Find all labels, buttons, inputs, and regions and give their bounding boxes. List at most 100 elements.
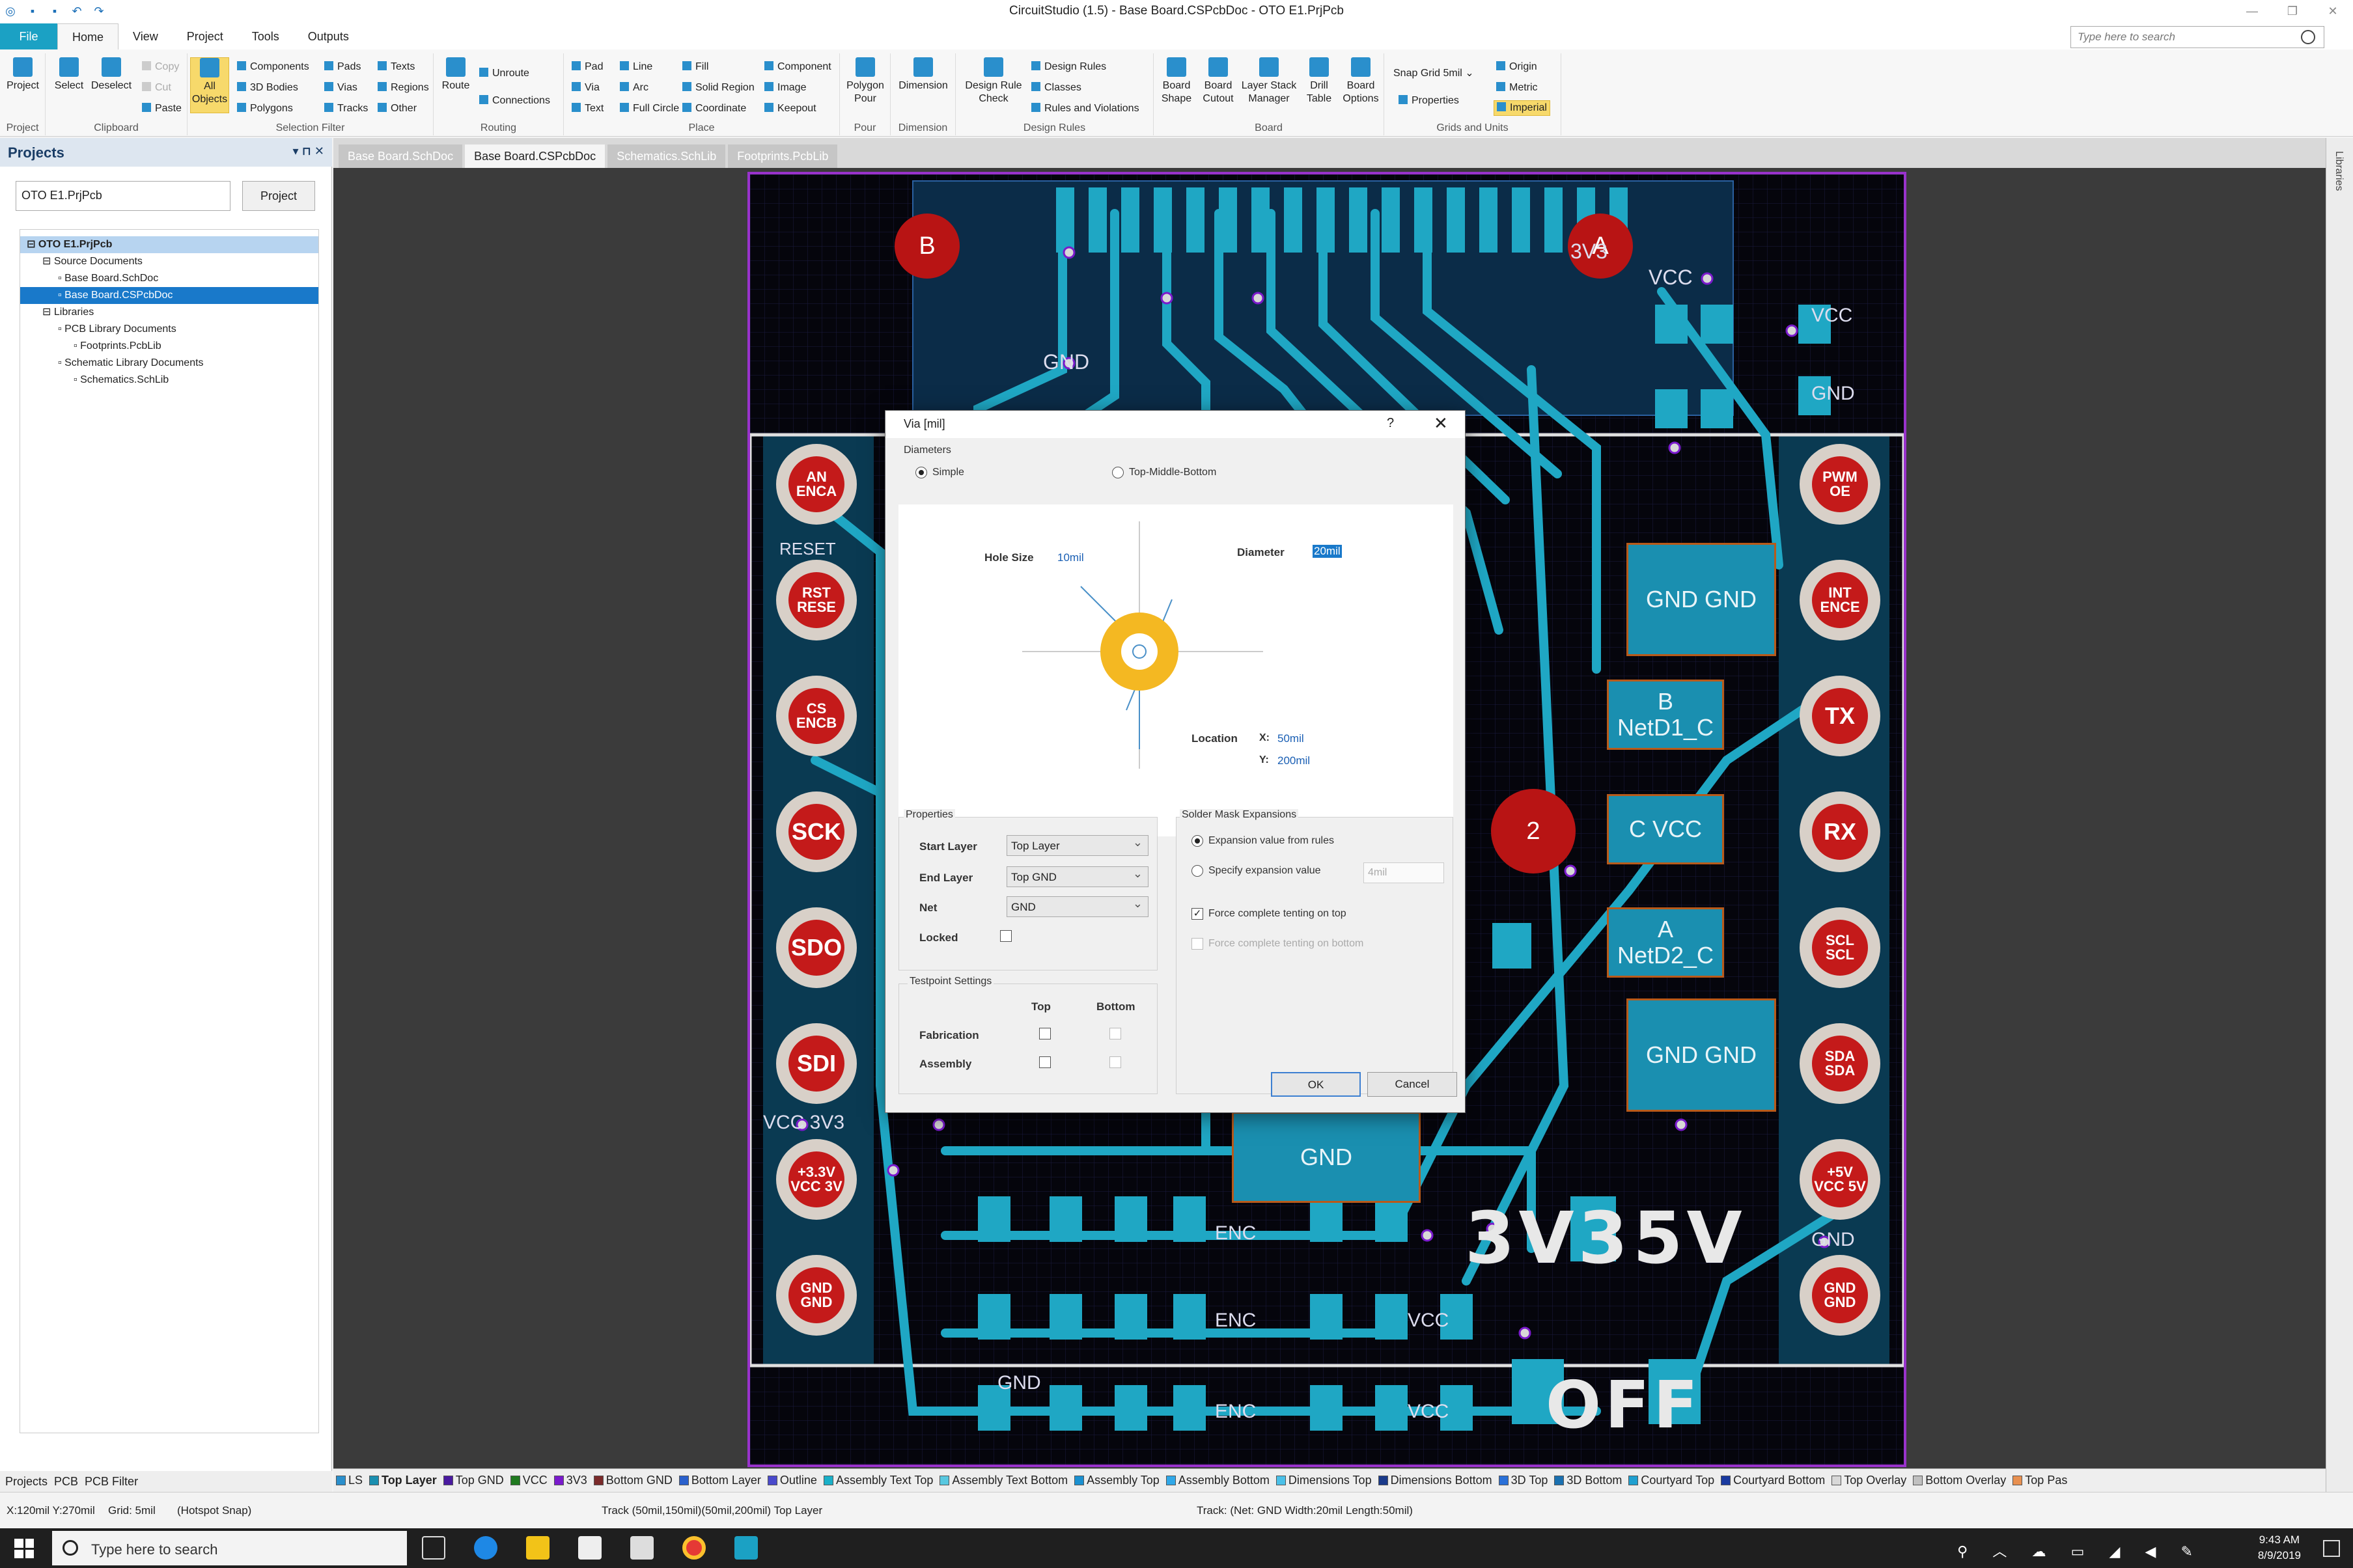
rules-violations-button[interactable]: Rules and Violations bbox=[1031, 102, 1139, 116]
end-layer-select[interactable]: Top GND bbox=[1007, 866, 1149, 887]
app-logo-icon[interactable]: ◎ bbox=[4, 5, 17, 18]
assembly-bottom-checkbox[interactable] bbox=[1109, 1056, 1121, 1068]
chip-gnd-center[interactable]: GND bbox=[1232, 1112, 1421, 1203]
place-via[interactable]: Via bbox=[572, 81, 600, 95]
ok-button[interactable]: OK bbox=[1271, 1072, 1361, 1097]
dialog-close-icon[interactable]: ✕ bbox=[1434, 413, 1448, 433]
layer-tab[interactable]: Assembly Text Top bbox=[823, 1474, 933, 1487]
project-button[interactable]: Project bbox=[4, 57, 42, 92]
tab-outputs[interactable]: Outputs bbox=[294, 23, 363, 49]
imperial-button[interactable]: Imperial bbox=[1494, 100, 1550, 116]
tree-item[interactable]: ▫ Footprints.PcbLib bbox=[20, 338, 318, 355]
layer-tab[interactable]: Assembly Top bbox=[1074, 1474, 1160, 1487]
place-keepout[interactable]: Keepout bbox=[764, 102, 816, 116]
header-pin[interactable]: SDI bbox=[776, 1023, 857, 1104]
header-pin[interactable]: RST RESE bbox=[776, 560, 857, 640]
edge-icon[interactable] bbox=[474, 1536, 497, 1560]
panel-tab-pcb-filter[interactable]: PCB Filter bbox=[85, 1475, 138, 1488]
tree-item[interactable]: ▫ Schematics.SchLib bbox=[20, 372, 318, 389]
minimize-icon[interactable]: — bbox=[2232, 0, 2272, 22]
notification-icon[interactable] bbox=[2323, 1540, 2340, 1557]
board-cutout-button[interactable]: Board Cutout bbox=[1198, 57, 1238, 105]
unroute-button[interactable]: Unroute bbox=[479, 66, 529, 81]
header-pin[interactable]: SDO bbox=[776, 907, 857, 988]
layer-tab[interactable]: Top Overlay bbox=[1831, 1474, 1906, 1487]
chip-gnd-top[interactable]: GND GND bbox=[1626, 543, 1776, 656]
filter-components[interactable]: Components bbox=[237, 60, 309, 74]
undo-icon[interactable]: ↶ bbox=[70, 5, 83, 18]
layer-tab[interactable]: Courtyard Top bbox=[1628, 1474, 1714, 1487]
layer-tab[interactable]: VCC bbox=[510, 1474, 548, 1487]
redo-icon[interactable]: ↷ bbox=[92, 5, 105, 18]
dimension-button[interactable]: Dimension bbox=[893, 57, 953, 92]
filter-pads[interactable]: Pads bbox=[324, 60, 361, 74]
tab-tools[interactable]: Tools bbox=[238, 23, 294, 49]
deselect-button[interactable]: Deselect bbox=[90, 57, 133, 92]
drill-table-button[interactable]: Drill Table bbox=[1300, 57, 1339, 105]
place-fill[interactable]: Fill bbox=[682, 60, 708, 74]
layer-tab[interactable]: Dimensions Bottom bbox=[1378, 1474, 1492, 1487]
board-options-button[interactable]: Board Options bbox=[1340, 57, 1382, 105]
tab-view[interactable]: View bbox=[118, 23, 173, 49]
tab-project[interactable]: Project bbox=[173, 23, 238, 49]
layer-tab[interactable]: 3V3 bbox=[553, 1474, 587, 1487]
place-solid-region[interactable]: Solid Region bbox=[682, 81, 755, 95]
tab-home[interactable]: Home bbox=[57, 23, 119, 49]
layer-tab[interactable]: Top Layer bbox=[369, 1474, 437, 1487]
net-select[interactable]: GND bbox=[1007, 896, 1149, 917]
route-button[interactable]: Route bbox=[436, 57, 475, 92]
doc-tab-schlib[interactable]: Schematics.SchLib bbox=[607, 144, 726, 168]
doc-tab-pcblib[interactable]: Footprints.PcbLib bbox=[728, 144, 838, 168]
place-full-circle[interactable]: Full Circle bbox=[620, 102, 679, 116]
place-arc[interactable]: Arc bbox=[620, 81, 648, 95]
tree-item[interactable]: ⊟ Source Documents bbox=[20, 253, 318, 270]
task-view-icon[interactable] bbox=[422, 1536, 445, 1560]
save-icon[interactable]: ▪ bbox=[26, 5, 39, 18]
board-shape-button[interactable]: Board Shape bbox=[1156, 57, 1197, 105]
chip-gnd-bottom[interactable]: GND GND bbox=[1626, 998, 1776, 1112]
drc-button[interactable]: Design Rule Check bbox=[960, 57, 1027, 105]
doc-tab-pcbdoc[interactable]: Base Board.CSPcbDoc bbox=[465, 144, 606, 168]
filter-vias[interactable]: Vias bbox=[324, 81, 357, 95]
filter-polygons[interactable]: Polygons bbox=[237, 102, 293, 116]
filter-tracks[interactable]: Tracks bbox=[324, 102, 368, 116]
layer-tab[interactable]: Courtyard Bottom bbox=[1721, 1474, 1825, 1487]
filter-regions[interactable]: Regions bbox=[378, 81, 429, 95]
taskbar-clock[interactable]: 9:43 AM 8/9/2019 bbox=[2258, 1532, 2301, 1563]
panel-controls-icon[interactable]: ▾ ⊓ ✕ bbox=[293, 144, 324, 158]
taskbar-search-input[interactable]: Type here to search bbox=[52, 1531, 407, 1565]
chip-netd1[interactable]: B NetD1_C bbox=[1607, 680, 1724, 750]
place-pad[interactable]: Pad bbox=[572, 60, 603, 74]
header-pin[interactable]: TX bbox=[1800, 676, 1880, 756]
header-pin[interactable]: CS ENCB bbox=[776, 676, 857, 756]
cancel-button[interactable]: Cancel bbox=[1367, 1072, 1457, 1097]
save-all-icon[interactable]: ▪ bbox=[48, 5, 61, 18]
layer-tab[interactable]: Top Pas bbox=[2012, 1474, 2067, 1487]
tree-item[interactable]: ⊟ OTO E1.PrjPcb bbox=[20, 236, 318, 253]
layer-tab[interactable]: Bottom GND bbox=[593, 1474, 673, 1487]
tree-item[interactable]: ▫ PCB Library Documents bbox=[20, 321, 318, 338]
cut-button[interactable]: Cut bbox=[142, 81, 171, 95]
filter-other[interactable]: Other bbox=[378, 102, 417, 116]
tree-item[interactable]: ⊟ Libraries bbox=[20, 304, 318, 321]
maximize-icon[interactable]: ❐ bbox=[2272, 0, 2313, 22]
chip-vcc[interactable]: C VCC bbox=[1607, 794, 1724, 864]
diameter-input[interactable]: 20mil bbox=[1313, 545, 1342, 558]
layer-stack-button[interactable]: Layer Stack Manager bbox=[1240, 57, 1298, 105]
chip-netd2[interactable]: A NetD2_C bbox=[1607, 907, 1724, 978]
layer-tab[interactable]: Top GND bbox=[443, 1474, 504, 1487]
layer-tab[interactable]: LS bbox=[336, 1474, 363, 1487]
tent-top-checkbox[interactable]: ✓ bbox=[1191, 908, 1203, 920]
tent-bottom-checkbox[interactable] bbox=[1191, 938, 1203, 950]
search-icon[interactable] bbox=[2301, 30, 2315, 44]
location-y-input[interactable]: 200mil bbox=[1277, 754, 1310, 767]
file-explorer-icon[interactable] bbox=[526, 1536, 550, 1560]
all-objects-button[interactable]: All Objects bbox=[190, 57, 229, 113]
connections-button[interactable]: Connections bbox=[479, 94, 550, 108]
layer-tab[interactable]: 3D Top bbox=[1498, 1474, 1548, 1487]
windows-start-icon[interactable] bbox=[14, 1539, 34, 1558]
snap-grid-dropdown[interactable]: Snap Grid 5mil ⌄ bbox=[1393, 66, 1474, 81]
tmb-radio[interactable] bbox=[1112, 467, 1124, 478]
layer-tab[interactable]: Dimensions Top bbox=[1275, 1474, 1372, 1487]
mail-icon[interactable] bbox=[630, 1536, 654, 1560]
